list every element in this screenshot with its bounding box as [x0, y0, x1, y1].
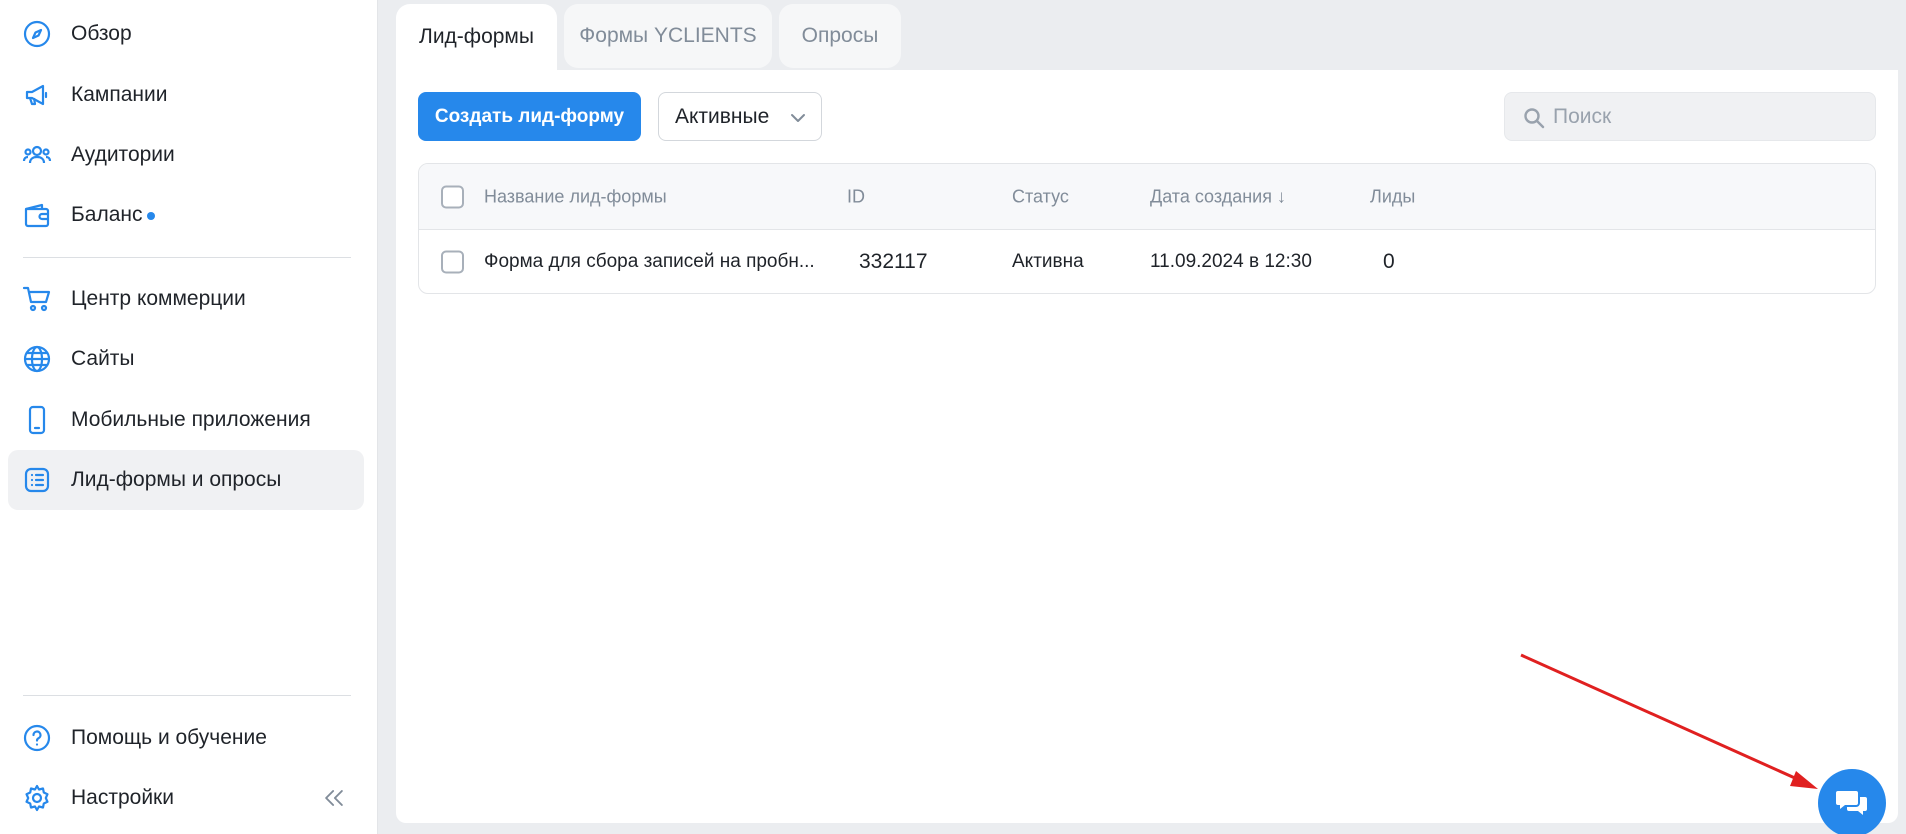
- divider: [23, 257, 351, 258]
- compass-icon: [22, 19, 52, 49]
- cell-leads: 0: [1383, 250, 1395, 273]
- table-header: Название лид-формы ID Статус Дата создан…: [419, 164, 1875, 230]
- sidebar-item-label: Мобильные приложения: [71, 408, 311, 431]
- phone-icon: [22, 405, 52, 435]
- gear-icon: [22, 783, 52, 813]
- search-box[interactable]: [1504, 92, 1876, 141]
- sidebar-item-label: Центр коммерции: [71, 287, 246, 310]
- lead-forms-table: Название лид-формы ID Статус Дата создан…: [418, 163, 1876, 294]
- tab-yclients-forms[interactable]: Формы YCLIENTS: [564, 4, 772, 68]
- sidebar-item-label: Баланс: [71, 203, 143, 226]
- collapse-sidebar-button[interactable]: [318, 782, 350, 814]
- wallet-icon: [22, 200, 52, 230]
- sidebar-item-balance[interactable]: Баланс: [8, 185, 364, 245]
- sidebar-item-audiences[interactable]: Аудитории: [8, 125, 364, 185]
- column-header-status: Статус: [1012, 186, 1069, 206]
- sidebar-item-sites[interactable]: Сайты: [8, 329, 364, 389]
- sidebar-item-label: Настройки: [71, 786, 174, 809]
- chat-support-button[interactable]: [1818, 769, 1886, 834]
- users-icon: [22, 140, 52, 170]
- chat-bubbles-icon: [1836, 791, 1867, 815]
- cell-status: Активна: [1012, 251, 1084, 272]
- table-row[interactable]: Форма для сбора записей на пробн... 3321…: [419, 230, 1875, 293]
- sidebar: Обзор Кампании Аудитории Баланс Центр ко…: [0, 0, 378, 834]
- help-icon: [22, 723, 52, 753]
- search-input[interactable]: [1553, 93, 1863, 140]
- tab-lead-forms[interactable]: Лид-формы: [396, 4, 557, 70]
- divider: [23, 695, 351, 696]
- sidebar-item-label: Помощь и обучение: [71, 726, 267, 749]
- list-icon: [22, 465, 52, 495]
- column-header-leads: Лиды: [1370, 186, 1416, 206]
- sidebar-item-mobile-apps[interactable]: Мобильные приложения: [8, 390, 364, 450]
- sidebar-item-label: Кампании: [71, 83, 168, 106]
- sidebar-item-help[interactable]: Помощь и обучение: [8, 708, 364, 768]
- create-lead-form-button[interactable]: Создать лид-форму: [418, 92, 641, 141]
- sidebar-item-lead-forms[interactable]: Лид-формы и опросы: [8, 450, 364, 510]
- double-chevron-left-icon: [325, 790, 343, 806]
- column-header-id: ID: [847, 186, 865, 206]
- column-header-name: Название лид-формы: [484, 186, 667, 206]
- cell-name[interactable]: Форма для сбора записей на пробн...: [484, 251, 815, 273]
- sidebar-item-commerce[interactable]: Центр коммерции: [8, 269, 364, 329]
- cell-id: 332117: [859, 250, 928, 273]
- sidebar-item-overview[interactable]: Обзор: [8, 4, 364, 64]
- globe-icon: [22, 344, 52, 374]
- sidebar-item-label: Аудитории: [71, 143, 175, 166]
- sidebar-item-label: Обзор: [71, 22, 132, 45]
- cart-icon: [22, 284, 52, 314]
- sidebar-item-campaigns[interactable]: Кампании: [8, 65, 364, 125]
- cell-created: 11.09.2024 в 12:30: [1150, 251, 1312, 272]
- status-filter-value: Активные: [675, 104, 770, 128]
- row-checkbox[interactable]: [441, 250, 464, 274]
- notification-dot: [147, 212, 155, 220]
- chevron-down-icon: [791, 114, 805, 122]
- column-header-created[interactable]: Дата создания ↓: [1150, 186, 1286, 207]
- select-all-checkbox[interactable]: [441, 185, 464, 208]
- status-filter-select[interactable]: Активные: [658, 92, 822, 141]
- search-icon: [1524, 108, 1545, 129]
- sidebar-item-label: Лид-формы и опросы: [71, 468, 282, 491]
- megaphone-icon: [22, 80, 52, 110]
- tab-surveys[interactable]: Опросы: [779, 4, 901, 68]
- sidebar-item-settings[interactable]: Настройки: [8, 768, 308, 828]
- sidebar-item-label: Сайты: [71, 347, 135, 370]
